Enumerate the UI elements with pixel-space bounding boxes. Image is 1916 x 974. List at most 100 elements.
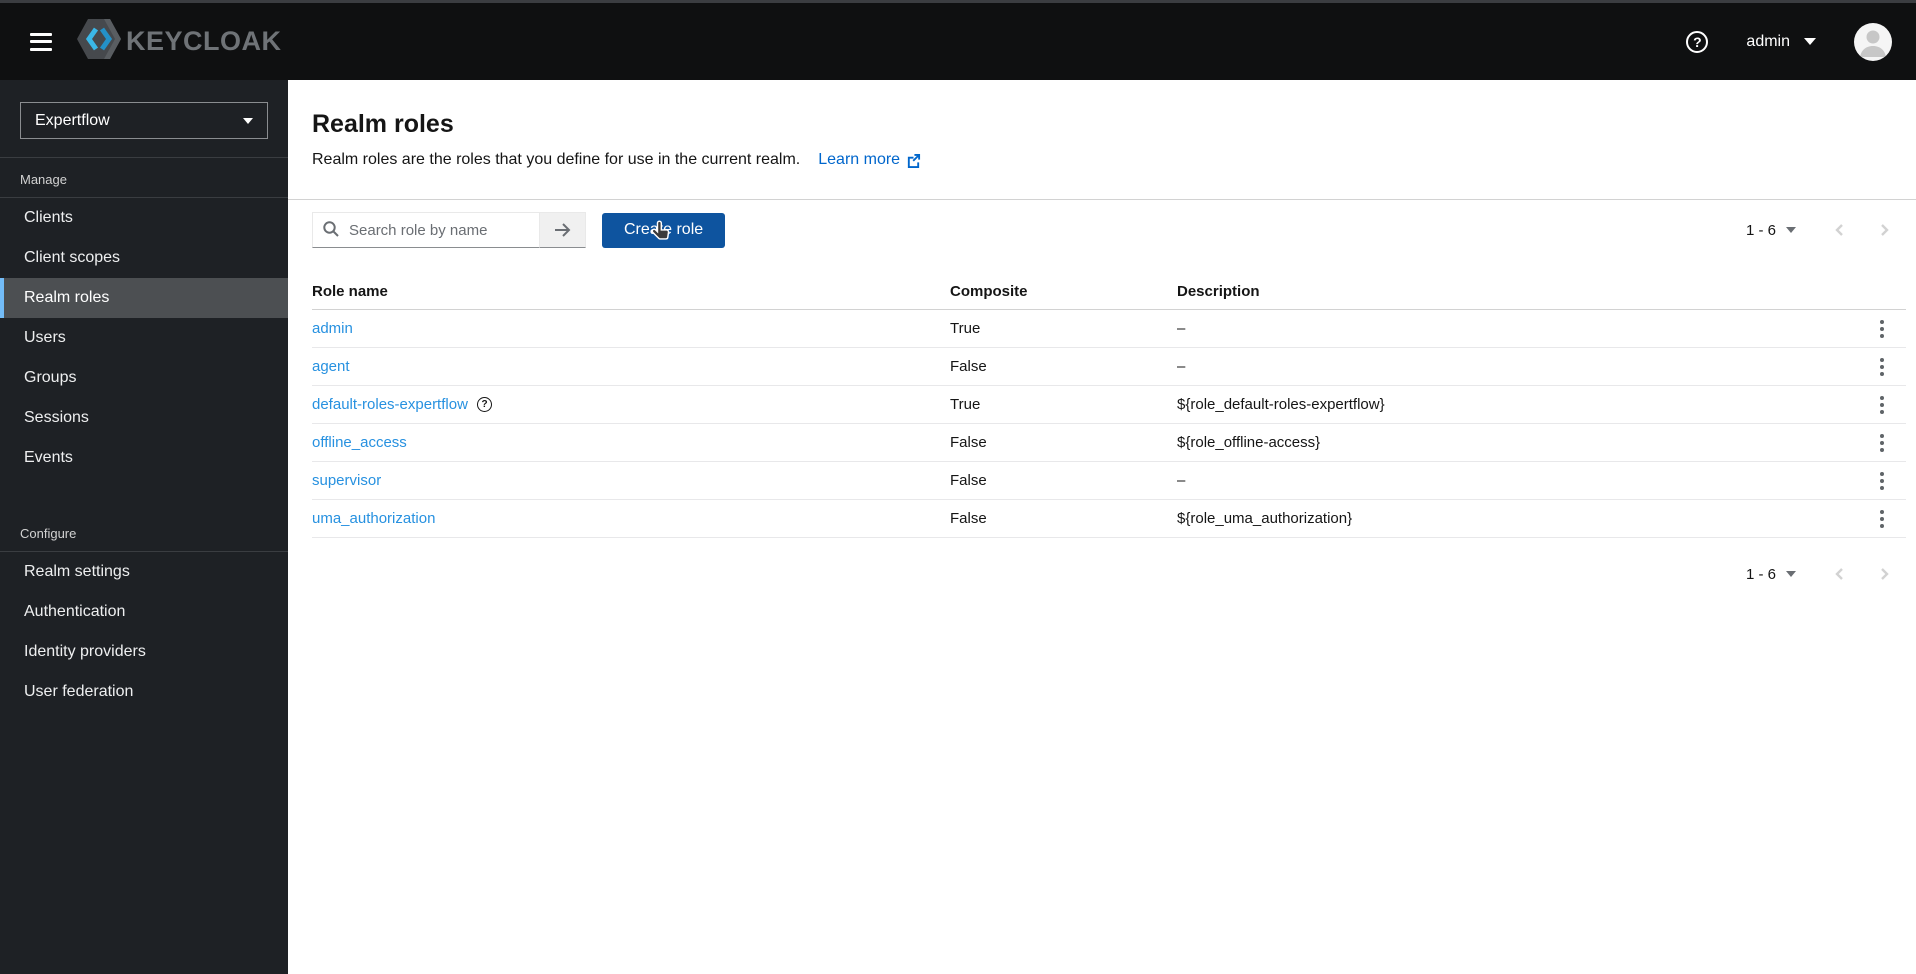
prev-page-button[interactable] (1818, 212, 1862, 248)
help-circle-icon[interactable]: ? (477, 397, 493, 412)
table-row: uma_authorization False ${role_uma_autho… (312, 500, 1906, 538)
nav-section-title: Configure (20, 526, 77, 541)
sidebar-item-label: Client scopes (24, 249, 121, 266)
topbar: KEYCLOAK ? admin (0, 0, 1916, 80)
sidebar-item-events[interactable]: Events (0, 438, 288, 478)
role-name-link[interactable]: uma_authorization (312, 510, 435, 527)
role-name-link[interactable]: agent (312, 358, 350, 375)
sidebar-item-clients[interactable]: Clients (0, 198, 288, 238)
per-page-menu[interactable]: 1 - 6 (1746, 222, 1796, 239)
table-row: agent False – (312, 348, 1906, 386)
page-subtitle: Realm roles are the roles that you defin… (312, 151, 801, 168)
chevron-left-icon (1835, 568, 1843, 580)
cell-composite: False (950, 358, 987, 375)
sidebar-item-authentication[interactable]: Authentication (0, 592, 288, 632)
pagination-bottom: 1 - 6 (288, 538, 1916, 592)
col-description: Description (1177, 283, 1260, 300)
sidebar-item-user-federation[interactable]: User federation (0, 672, 288, 712)
row-actions-kebab-button[interactable] (1862, 387, 1902, 423)
chevron-down-icon (1786, 227, 1796, 233)
sidebar-item-label: Users (24, 329, 66, 346)
cell-composite: False (950, 472, 987, 489)
cell-description: ${role_uma_authorization} (1177, 510, 1353, 527)
chevron-right-icon (1881, 224, 1889, 236)
chevron-left-icon (1835, 224, 1843, 236)
role-name-link[interactable]: supervisor (312, 472, 381, 489)
help-icon[interactable]: ? (1686, 30, 1709, 53)
pagination-top: 1 - 6 (1746, 212, 1906, 248)
sidebar-item-label: User federation (24, 683, 134, 700)
cell-composite: True (950, 320, 981, 337)
prev-page-button[interactable] (1818, 556, 1862, 592)
col-role-name: Role name (312, 283, 388, 300)
cell-role-name: admin (312, 320, 950, 337)
toolbar: Create role 1 - 6 (288, 200, 1916, 248)
sidebar-item-client-scopes[interactable]: Client scopes (0, 238, 288, 278)
sidebar: Expertflow Manage Clients Client scopes … (0, 80, 288, 974)
row-actions-kebab-button[interactable] (1862, 349, 1902, 385)
search-group (312, 212, 586, 248)
sidebar-item-label: Realm roles (24, 289, 110, 306)
nav-section-configure: Configure Realm settings Authentication … (0, 512, 288, 712)
sidebar-item-realm-settings[interactable]: Realm settings (0, 552, 288, 592)
sidebar-item-label: Authentication (24, 603, 126, 620)
hamburger-icon[interactable] (30, 32, 52, 51)
cell-composite: False (950, 434, 987, 451)
page-header: Realm roles Realm roles are the roles th… (288, 80, 1916, 200)
next-page-button[interactable] (1862, 212, 1906, 248)
table-header-row: Role name Composite Description (312, 274, 1906, 310)
main-content: Realm roles Realm roles are the roles th… (288, 80, 1916, 974)
sidebar-item-label: Groups (24, 369, 77, 386)
cell-description: – (1177, 472, 1186, 489)
brand-title: KEYCLOAK (126, 26, 282, 56)
role-name-link[interactable]: offline_access (312, 434, 407, 451)
keycloak-logo-icon (76, 16, 122, 67)
role-name-link[interactable]: admin (312, 320, 353, 337)
sidebar-item-label: Realm settings (24, 563, 130, 580)
cell-composite: True (950, 396, 981, 413)
cell-role-name: supervisor (312, 472, 950, 489)
row-actions-kebab-button[interactable] (1862, 425, 1902, 461)
learn-more-link[interactable]: Learn more (818, 151, 921, 169)
table-row: supervisor False – (312, 462, 1906, 500)
search-submit-button[interactable] (540, 212, 586, 248)
sidebar-item-label: Identity providers (24, 643, 146, 660)
cell-role-name: offline_access (312, 434, 950, 451)
person-icon (1860, 30, 1886, 57)
sidebar-item-identity-providers[interactable]: Identity providers (0, 632, 288, 672)
sidebar-item-groups[interactable]: Groups (0, 358, 288, 398)
sidebar-item-label: Events (24, 449, 73, 466)
row-actions-kebab-button[interactable] (1862, 463, 1902, 499)
realm-selector[interactable]: Expertflow (20, 102, 268, 139)
cell-description: – (1177, 358, 1186, 375)
row-actions-kebab-button[interactable] (1862, 311, 1902, 347)
search-input[interactable] (312, 212, 540, 248)
col-composite: Composite (950, 283, 1028, 300)
search-icon (322, 220, 340, 243)
table-row: admin True – (312, 310, 1906, 348)
roles-table: Role name Composite Description admin Tr… (312, 274, 1906, 538)
sidebar-item-realm-roles[interactable]: Realm roles (0, 278, 288, 318)
table-row: offline_access False ${role_offline-acce… (312, 424, 1906, 462)
sidebar-item-label: Clients (24, 209, 73, 226)
sidebar-item-label: Sessions (24, 409, 89, 426)
avatar[interactable] (1854, 22, 1892, 61)
next-page-button[interactable] (1862, 556, 1906, 592)
cell-role-name: uma_authorization (312, 510, 950, 527)
nav-section-manage: Manage Clients Client scopes Realm roles… (0, 158, 288, 478)
chevron-down-icon (243, 117, 253, 124)
chevron-right-icon (1881, 568, 1889, 580)
table-row: default-roles-expertflow ? True ${role_d… (312, 386, 1906, 424)
create-role-button[interactable]: Create role (602, 212, 726, 248)
sidebar-item-users[interactable]: Users (0, 318, 288, 358)
page-title: Realm roles (312, 110, 454, 138)
sidebar-item-sessions[interactable]: Sessions (0, 398, 288, 438)
user-menu[interactable]: admin (1746, 33, 1816, 51)
chevron-down-icon (1804, 38, 1816, 45)
row-actions-kebab-button[interactable] (1862, 501, 1902, 537)
per-page-menu[interactable]: 1 - 6 (1746, 566, 1796, 583)
role-name-link[interactable]: default-roles-expertflow (312, 396, 468, 413)
cell-description: – (1177, 320, 1186, 337)
external-link-icon (907, 153, 921, 168)
chevron-down-icon (1786, 571, 1796, 577)
